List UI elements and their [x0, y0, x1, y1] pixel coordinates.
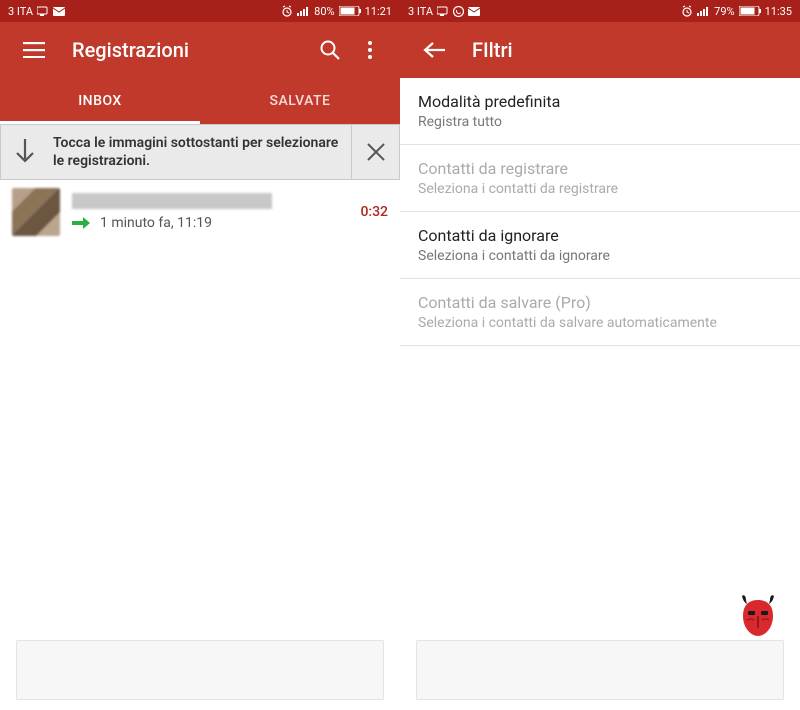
tip-close-button[interactable] — [351, 125, 399, 179]
back-button[interactable] — [416, 32, 452, 68]
signal-icon — [697, 6, 710, 16]
display-icon — [37, 6, 49, 16]
screen-filters: 3 ITA 79% 11:35 — [400, 0, 800, 710]
battery-icon — [739, 6, 761, 16]
clock-label: 11:35 — [765, 5, 792, 18]
filter-subtitle: Seleziona i contatti da registrare — [418, 181, 782, 197]
mail-icon — [53, 7, 65, 16]
filter-contacts-ignore[interactable]: Contatti da ignorare Seleziona i contatt… — [400, 212, 800, 279]
filter-default-mode[interactable]: Modalità predefinita Registra tutto — [400, 78, 800, 145]
page-title: FIltri — [472, 38, 788, 62]
bottom-ad-placeholder — [416, 640, 784, 700]
outgoing-call-icon — [72, 216, 90, 230]
carrier-label: 3 ITA — [8, 5, 33, 18]
battery-percent: 80% — [314, 5, 334, 18]
overflow-button[interactable] — [352, 32, 388, 68]
whatsapp-icon — [453, 6, 464, 17]
battery-icon — [339, 6, 361, 16]
close-icon — [367, 143, 385, 161]
contact-name-redacted — [72, 193, 272, 209]
signal-icon — [297, 6, 310, 16]
filter-subtitle: Seleziona i contatti da ignorare — [418, 248, 782, 264]
app-bar: FIltri — [400, 22, 800, 78]
battery-percent: 79% — [714, 5, 734, 18]
filter-title: Contatti da salvare (Pro) — [418, 293, 782, 312]
search-button[interactable] — [312, 32, 348, 68]
arrow-down-icon — [1, 139, 49, 165]
filter-subtitle: Registra tutto — [418, 114, 782, 130]
tip-text: Tocca le immagini sottostanti per selezi… — [49, 134, 351, 170]
tab-saved[interactable]: SALVATE — [200, 78, 400, 124]
contact-avatar[interactable] — [12, 188, 60, 236]
recording-duration: 0:32 — [360, 204, 388, 220]
filter-title: Modalità predefinita — [418, 92, 782, 111]
recording-time: 1 minuto fa, 11:19 — [100, 215, 212, 231]
status-bar: 3 ITA 79% 11:35 — [400, 0, 800, 22]
display-icon — [437, 6, 449, 16]
tab-inbox-label: INBOX — [78, 93, 122, 109]
alarm-icon — [681, 5, 693, 17]
filter-contacts-save-pro[interactable]: Contatti da salvare (Pro) Seleziona i co… — [400, 279, 800, 346]
tab-inbox[interactable]: INBOX — [0, 78, 200, 124]
filter-contacts-record[interactable]: Contatti da registrare Seleziona i conta… — [400, 145, 800, 212]
recording-item[interactable]: 1 minuto fa, 11:19 0:32 — [0, 180, 400, 244]
app-bar: Registrazioni — [0, 22, 400, 78]
screen-recordings: 3 ITA 80% 11:21 Registrazioni — [0, 0, 400, 710]
filter-subtitle: Seleziona i contatti da salvare automati… — [418, 315, 782, 331]
clock-label: 11:21 — [365, 5, 392, 18]
tab-saved-label: SALVATE — [270, 93, 331, 109]
filter-title: Contatti da ignorare — [418, 226, 782, 245]
mail-icon — [468, 7, 480, 16]
tabs: INBOX SALVATE — [0, 78, 400, 124]
filter-title: Contatti da registrare — [418, 159, 782, 178]
tip-banner: Tocca le immagini sottostanti per selezi… — [0, 124, 400, 180]
status-bar: 3 ITA 80% 11:21 — [0, 0, 400, 22]
alarm-icon — [281, 5, 293, 17]
carrier-label: 3 ITA — [408, 5, 433, 18]
brand-mask-icon — [734, 592, 782, 640]
menu-button[interactable] — [16, 32, 52, 68]
bottom-ad-placeholder — [16, 640, 384, 700]
page-title: Registrazioni — [72, 38, 308, 62]
